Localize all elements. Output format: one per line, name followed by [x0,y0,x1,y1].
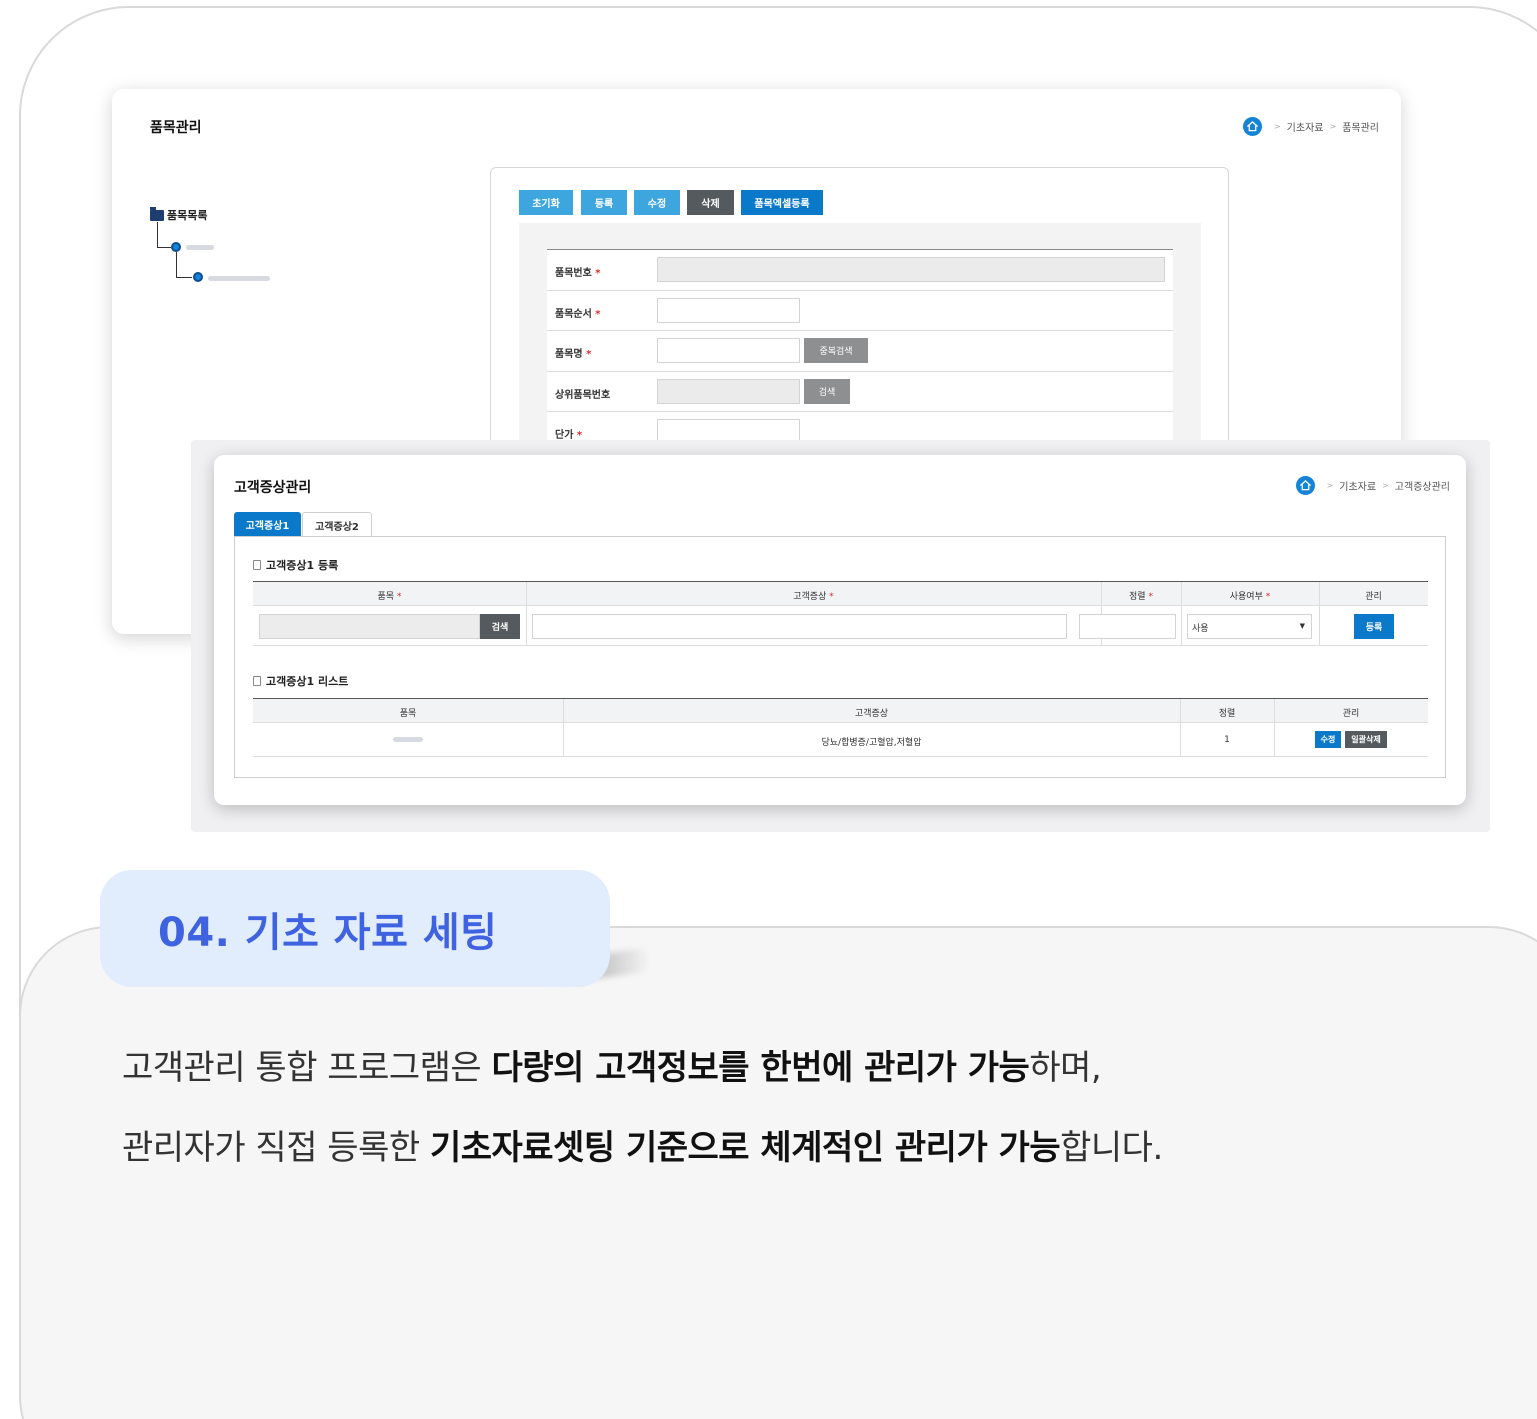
item-search-button[interactable]: 검색 [480,614,520,639]
tab-symptom-2[interactable]: 고객증상2 [302,512,372,537]
row-edit-button[interactable]: 수정 [1315,731,1341,748]
form-row-item-number: 품목번호 * [547,250,1173,291]
table-row: 당뇨/합병증/고혈압,저혈압 1 수정 일괄삭제 [253,723,1428,757]
row-delete-button[interactable]: 일괄삭제 [1345,731,1387,748]
home-icon[interactable] [1242,117,1262,136]
item-number-field[interactable] [657,257,1165,282]
document-icon [253,676,261,686]
customer-symptom-window: 고객증상관리 > 기초자료 > 고객증상관리 고객증상1 고객증상2 고객증상1… [214,455,1466,805]
tree-root-label: 품목목록 [167,209,208,222]
register-section-title: 고객증상1 등록 [253,557,338,573]
document-icon [253,560,261,570]
parent-search-button[interactable]: 검색 [804,378,850,404]
tree-node-collapse-icon[interactable] [193,272,203,282]
breadcrumb: > 기초자료 > 품목관리 [1242,117,1379,136]
tree-node-label[interactable] [208,276,270,281]
form-row-item-name: 품목명 * 중복검색 [547,331,1173,372]
tree-root[interactable]: 품목목록 [150,206,208,223]
folder-icon [150,206,164,221]
home-icon[interactable] [1295,476,1315,495]
item-name-field[interactable] [657,338,800,364]
item-field[interactable] [259,614,480,639]
symptom-register-button[interactable]: 등록 [1354,614,1394,639]
order-field[interactable] [1079,614,1176,639]
description-line-1: 고객관리 통합 프로그램은 다량의 고객정보를 한번에 관리가 가능하며, [122,1048,1102,1088]
breadcrumb: > 기초자료 > 고객증상관리 [1295,476,1450,495]
register-grid-row: 검색 사용 ▼ 등록 [253,606,1428,646]
breadcrumb-item[interactable]: 기초자료 [1287,119,1324,134]
symptom-cell: 당뇨/합병증/고혈압,저혈압 [821,738,922,748]
chevron-down-icon: ▼ [1299,622,1305,630]
use-select[interactable]: 사용 ▼ [1187,614,1312,639]
item-tree: 품목목록 [150,206,208,223]
form-row-parent-item: 상위품목번호 검색 [547,371,1173,413]
form-row-item-order: 품목순서 * [547,290,1173,332]
page-title: 품목관리 [150,120,202,136]
tree-node-collapse-icon[interactable] [171,242,181,252]
description-line-2: 관리자가 직접 등록한 기초자료셋팅 기준으로 체계적인 관리가 가능합니다. [122,1128,1163,1168]
form-table: 품목번호 * 품목순서 * 품목명 * 중복검색 상위품목번호 검색 단가 * [547,249,1173,453]
list-grid-header: 품목 고객증상 정렬 관리 [253,698,1428,723]
item-cell-blurred [393,737,423,742]
list-section-title: 고객증상1 리스트 [253,673,348,689]
register-button[interactable]: 등록 [581,190,627,215]
duplicate-check-button[interactable]: 중복검색 [804,338,868,364]
breadcrumb-item[interactable]: 기초자료 [1339,478,1376,493]
reset-button[interactable]: 초기화 [519,190,573,215]
edit-button[interactable]: 수정 [634,190,680,215]
item-order-field[interactable] [657,297,800,323]
breadcrumb-item[interactable]: 고객증상관리 [1395,478,1450,493]
register-grid-header: 품목 * 고객증상 * 정렬 * 사용여부 * 관리 [253,581,1428,606]
symptom-field[interactable] [532,614,1067,639]
section-heading-badge: 04. 기초 자료 세팅 [100,870,610,987]
parent-item-field[interactable] [657,378,800,404]
tree-node-label[interactable] [186,245,214,250]
breadcrumb-item[interactable]: 품목관리 [1342,119,1379,134]
tab-content: 고객증상1 등록 품목 * 고객증상 * 정렬 * 사용여부 * 관리 검색 사… [234,536,1446,778]
description-panel [19,926,1537,1419]
page-title: 고객증상관리 [234,480,312,496]
tab-symptom-1[interactable]: 고객증상1 [234,512,301,537]
delete-button[interactable]: 삭제 [687,190,734,215]
section-heading: 04. 기초 자료 세팅 [158,909,498,956]
excel-upload-button[interactable]: 품목엑셀등록 [741,190,823,215]
order-cell: 1 [1224,735,1230,745]
